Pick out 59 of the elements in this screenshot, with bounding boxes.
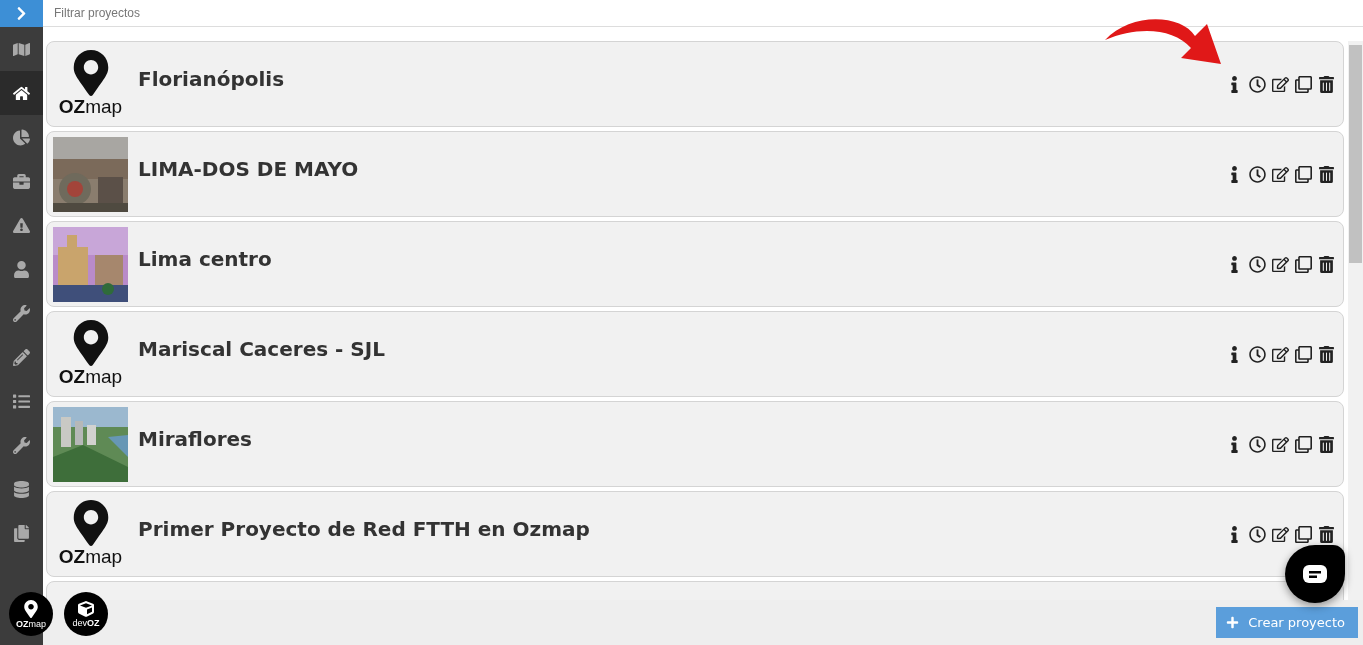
duplicate-button[interactable] (1295, 75, 1312, 93)
edit-button[interactable] (1272, 165, 1289, 183)
ozmap-app-button[interactable]: OZmap (9, 592, 53, 636)
duplicate-button[interactable] (1295, 525, 1312, 543)
edit-button[interactable] (1272, 255, 1289, 273)
ozmap-logo: OZmap (53, 316, 128, 392)
map-icon (13, 40, 30, 58)
plus-icon (1226, 616, 1240, 629)
duplicate-button[interactable] (1295, 165, 1312, 183)
delete-button[interactable] (1318, 165, 1335, 183)
history-button[interactable] (1249, 435, 1266, 453)
sidebar-toggle-button[interactable] (0, 0, 43, 27)
history-button[interactable] (1249, 255, 1266, 273)
map-pin-icon (22, 599, 40, 618)
delete-button[interactable] (1318, 255, 1335, 273)
documents-icon (13, 524, 30, 542)
project-card[interactable]: OZmap Florianópolis (46, 41, 1344, 127)
ozmap-logo: OZmap (53, 46, 128, 122)
home-icon (13, 84, 30, 102)
project-name: Florianópolis (138, 67, 286, 91)
wrench-icon (13, 304, 30, 322)
project-name: Lima centro (138, 247, 273, 271)
cube-icon (78, 600, 94, 617)
project-card[interactable]: LIMA-DOS DE MAYO (46, 131, 1344, 217)
project-name: LIMA-DOS DE MAYO (138, 157, 360, 181)
project-card[interactable]: Lima centro (46, 221, 1344, 307)
chat-icon (1303, 565, 1327, 583)
duplicate-button[interactable] (1295, 345, 1312, 363)
duplicate-button[interactable] (1295, 255, 1312, 273)
delete-button[interactable] (1318, 345, 1335, 363)
edit-button[interactable] (1272, 435, 1289, 453)
project-card[interactable]: OZmap Primer Proyecto de Red FTTH en Ozmap (46, 491, 1344, 577)
list-icon (13, 392, 30, 410)
database-icon (13, 480, 30, 498)
scrollbar[interactable] (1348, 41, 1363, 600)
history-button[interactable] (1249, 525, 1266, 543)
delete-button[interactable] (1318, 525, 1335, 543)
duplicate-button[interactable] (1295, 435, 1312, 453)
project-card[interactable]: Miraflores (46, 401, 1344, 487)
warning-icon (13, 216, 30, 234)
pie-chart-icon (13, 128, 30, 146)
ozmap-logo: OZmap (53, 496, 128, 572)
project-name: Miraflores (138, 427, 253, 451)
edit-button[interactable] (1272, 525, 1289, 543)
edit-button[interactable] (1272, 75, 1289, 93)
history-button[interactable] (1249, 165, 1266, 183)
pencil-icon (13, 348, 30, 366)
edit-button[interactable] (1272, 345, 1289, 363)
user-icon (13, 260, 30, 278)
briefcase-icon (13, 172, 30, 190)
project-name: Primer Proyecto de Red FTTH en Ozmap (138, 517, 591, 541)
wrench-icon (13, 436, 30, 454)
project-card[interactable]: OZmap Mariscal Caceres - SJL (46, 311, 1344, 397)
sidebar-item[interactable] (0, 71, 43, 115)
delete-button[interactable] (1318, 75, 1335, 93)
history-button[interactable] (1249, 345, 1266, 363)
project-name: Mariscal Caceres - SJL (138, 337, 386, 361)
delete-button[interactable] (1318, 435, 1335, 453)
history-button[interactable] (1249, 75, 1266, 93)
